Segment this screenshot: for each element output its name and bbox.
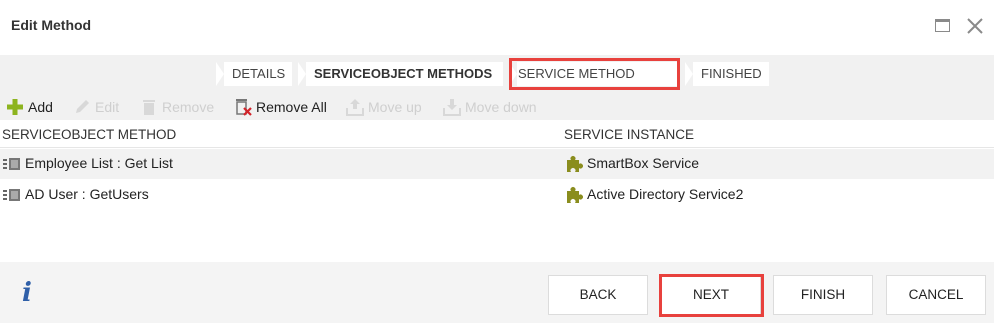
remove-all-label: Remove All [256, 99, 327, 115]
column-header-serviceobject-method[interactable]: SERVICEOBJECT METHOD [2, 127, 176, 142]
step-service-method-links[interactable]: SERVICE METHOD LINKS [509, 62, 679, 105]
trash-icon [140, 98, 158, 116]
cancel-button[interactable]: CANCEL [886, 275, 986, 315]
upload-icon [346, 98, 364, 116]
remove-button[interactable]: Remove [138, 96, 214, 118]
window-title: Edit Method [11, 17, 92, 33]
edit-button[interactable]: Edit [71, 96, 119, 118]
close-icon[interactable] [965, 16, 985, 36]
column-header-service-instance[interactable]: SERVICE INSTANCE [564, 127, 694, 142]
table-row[interactable]: AD User : GetUsers Active Directory Serv… [0, 180, 994, 210]
method-cell: AD User : GetUsers [2, 186, 149, 202]
pencil-icon [73, 98, 91, 116]
method-list-icon [3, 186, 21, 204]
method-name: Employee List : Get List [25, 155, 173, 171]
move-down-label: Move down [465, 99, 537, 115]
grid-header: SERVICEOBJECT METHOD SERVICE INSTANCE [0, 120, 994, 148]
method-list-icon [3, 155, 21, 173]
edit-label: Edit [95, 99, 120, 115]
add-label: Add [28, 99, 53, 115]
table-row[interactable]: Employee List : Get List SmartBox Servic… [0, 149, 994, 179]
toolbar: Add Edit Remove Remove All Move up Move … [0, 93, 994, 120]
instance-cell: Active Directory Service2 [564, 186, 744, 204]
title-bar: Edit Method [0, 0, 994, 55]
next-button[interactable]: NEXT [661, 275, 761, 315]
step-finished[interactable]: FINISHED [685, 62, 769, 86]
step-serviceobject-methods[interactable]: SERVICEOBJECT METHODS [298, 62, 503, 86]
plus-icon [6, 98, 24, 116]
wizard-steps: DETAILS SERVICEOBJECT METHODS SERVICE ME… [0, 55, 994, 105]
trash-x-icon [234, 98, 252, 116]
move-down-button[interactable]: Move down [441, 96, 537, 118]
puzzle-icon [565, 155, 583, 173]
method-name: AD User : GetUsers [25, 186, 149, 202]
info-icon[interactable]: i [22, 278, 32, 308]
step-details[interactable]: DETAILS [216, 62, 292, 86]
remove-all-button[interactable]: Remove All [232, 96, 327, 118]
download-icon [443, 98, 461, 116]
move-up-label: Move up [368, 99, 422, 115]
instance-name: Active Directory Service2 [587, 186, 744, 202]
remove-label: Remove [162, 99, 215, 115]
maximize-icon[interactable] [933, 16, 953, 36]
instance-name: SmartBox Service [587, 155, 700, 171]
method-cell: Employee List : Get List [2, 155, 173, 171]
dialog-footer: i BACK NEXT FINISH CANCEL [0, 262, 994, 323]
finish-button[interactable]: FINISH [773, 275, 873, 315]
move-up-button[interactable]: Move up [344, 96, 422, 118]
add-button[interactable]: Add [4, 96, 53, 118]
puzzle-icon [565, 186, 583, 204]
instance-cell: SmartBox Service [564, 155, 700, 173]
back-button[interactable]: BACK [548, 275, 648, 315]
